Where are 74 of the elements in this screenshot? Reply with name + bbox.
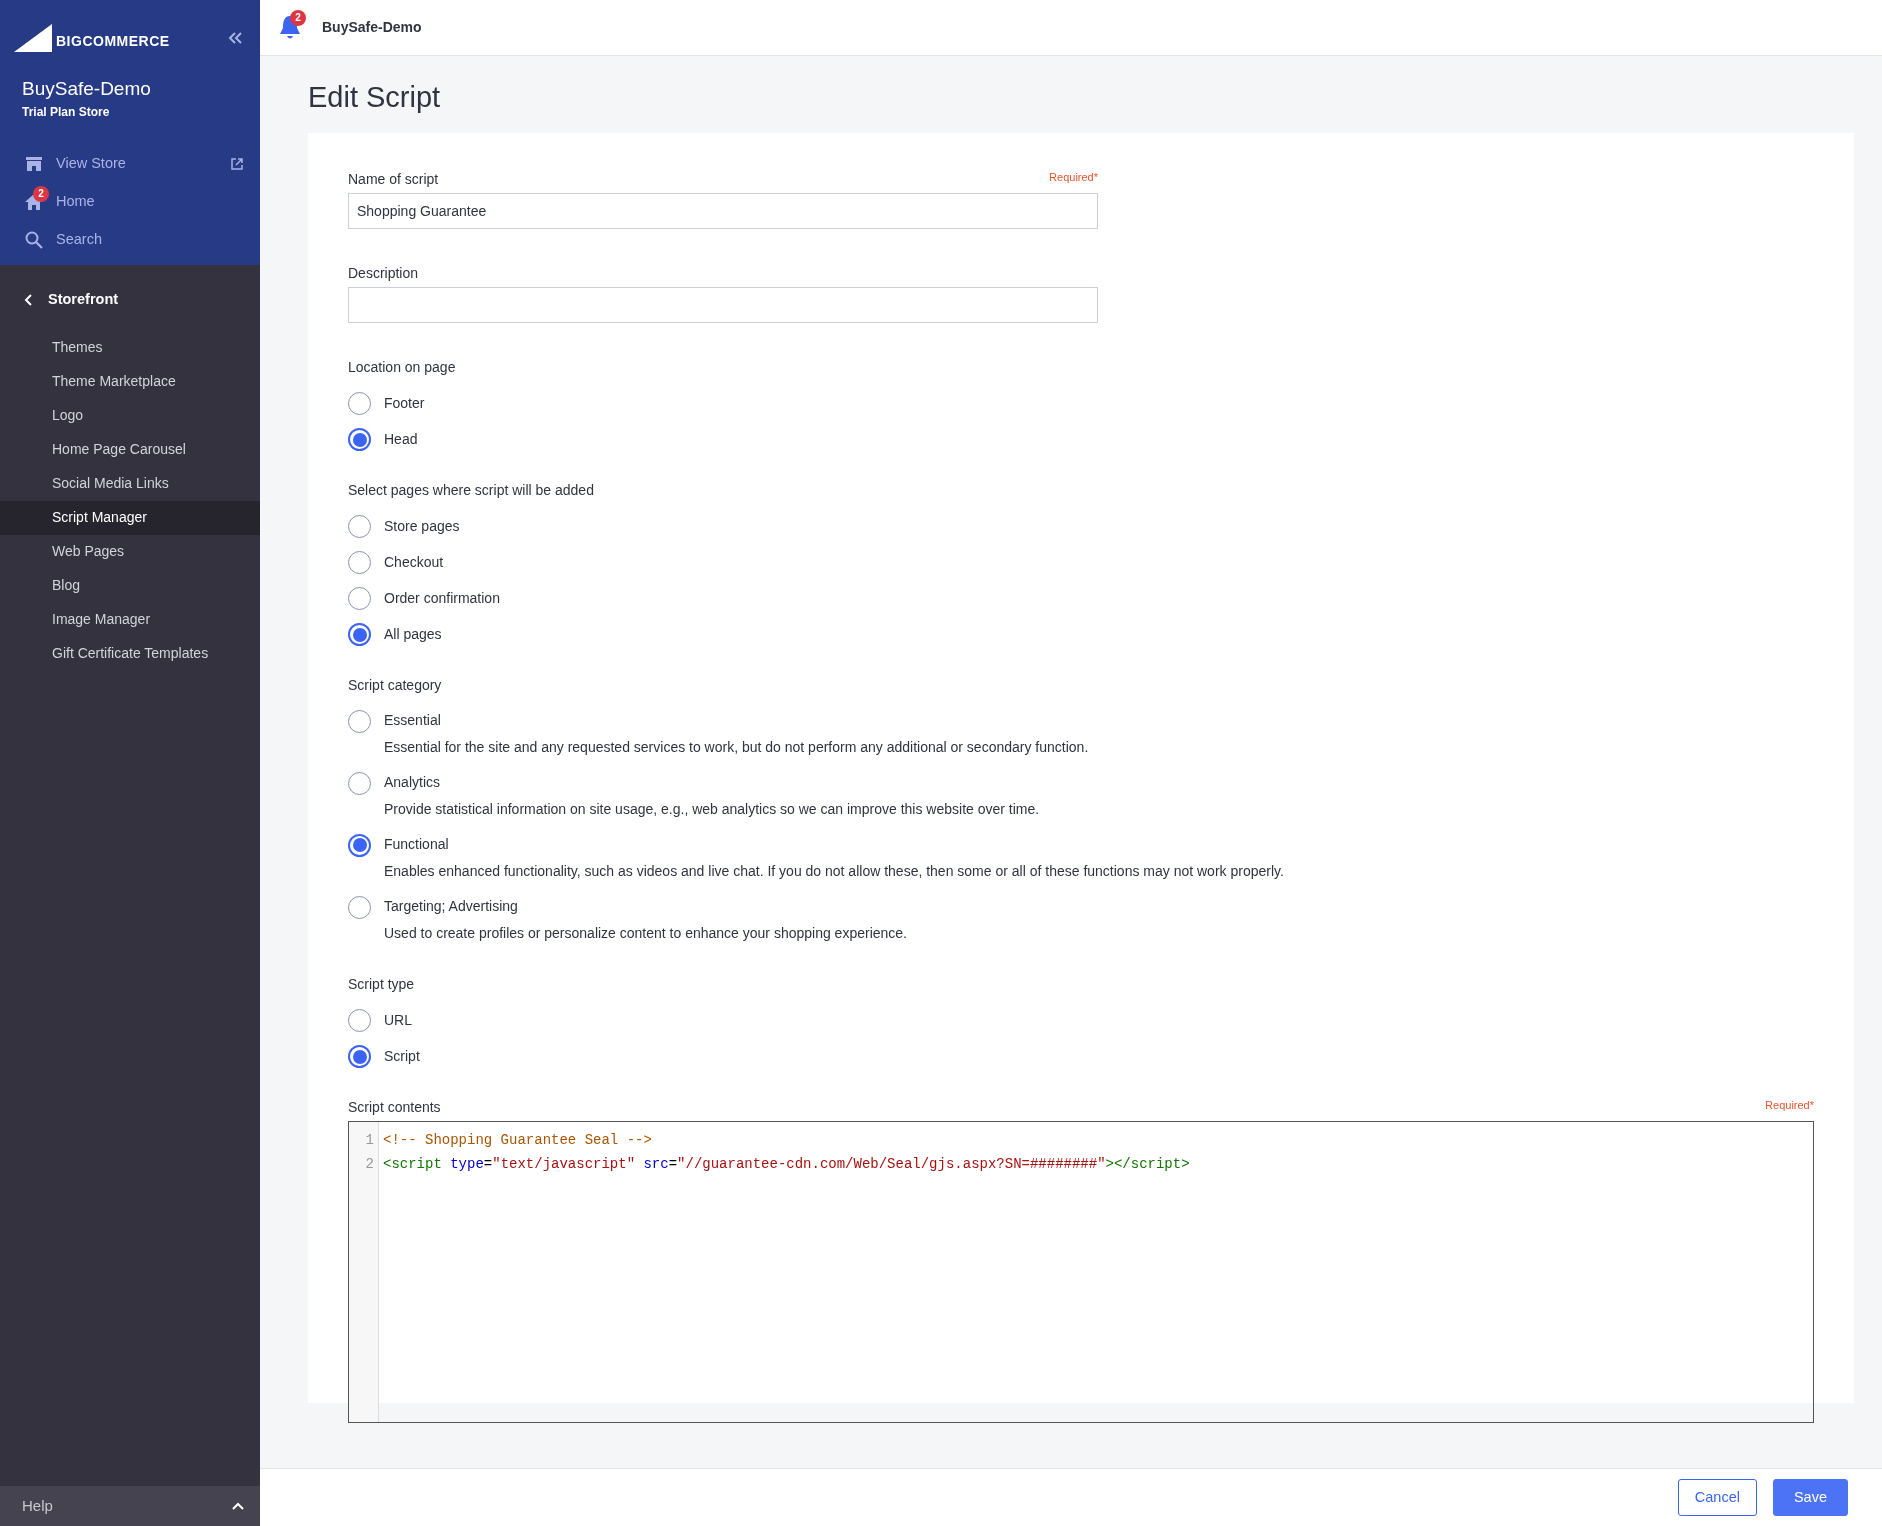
nav-link[interactable]: Home	[56, 190, 244, 213]
section-title[interactable]: Storefront	[48, 288, 119, 311]
help-bar[interactable]: Help	[0, 1486, 260, 1526]
option-label: Functional	[384, 834, 450, 854]
field-label: Script contents	[348, 1097, 441, 1117]
plan-label: Trial Plan Store	[21, 103, 111, 121]
line-number: 1	[364, 1130, 375, 1150]
group-label: Script type	[348, 974, 416, 994]
cancel-button[interactable]: Cancel	[1677, 1479, 1757, 1516]
radio-button[interactable]	[348, 428, 371, 452]
required-label: Required*	[1765, 1097, 1814, 1113]
line-number: 2	[364, 1154, 375, 1174]
logo-triangle-icon	[14, 24, 52, 52]
radio-button[interactable]	[348, 771, 371, 795]
radio-button[interactable]	[348, 833, 371, 857]
chevron-up-icon	[232, 1502, 244, 1510]
code-line: <!-- Shopping Guarantee Seal -->	[383, 1130, 653, 1150]
code-line: <script type="text/javascript" src="//guarantee-cdn.com/Web/Seal/gjs.aspx?SN=########"></script>	[383, 1154, 1191, 1174]
sidebar-item[interactable]: Social Media Links	[0, 466, 260, 501]
sidebar-item[interactable]: Logo	[0, 398, 260, 433]
sidebar-item[interactable]: Web Pages	[0, 534, 260, 569]
option-description: Provide statistical information on site usage, e.g., web analytics so we can improve this website over time.	[384, 799, 1040, 819]
help-label: Help	[22, 1495, 53, 1516]
nav-link[interactable]: View Store	[56, 152, 230, 175]
page-title: Edit Script	[308, 80, 442, 115]
notification-count: 2	[33, 185, 49, 202]
radio-button[interactable]	[348, 895, 371, 919]
nav-link[interactable]: Search	[56, 228, 244, 251]
sidebar-item[interactable]: Script Manager	[0, 500, 260, 535]
group-label: Script category	[348, 675, 443, 695]
sidebar-item[interactable]: Image Manager	[0, 602, 260, 637]
logo-text: BIGCOMMERCE	[56, 32, 170, 51]
radio-button[interactable]	[348, 1009, 371, 1033]
collapse-icon	[228, 32, 242, 44]
option-label: Checkout	[384, 553, 444, 573]
required-label: Required*	[1049, 169, 1098, 185]
option-label: Store pages	[384, 517, 460, 537]
radio-button[interactable]	[348, 1045, 371, 1069]
option-label: Analytics	[384, 772, 442, 792]
save-button[interactable]: Save	[1772, 1479, 1848, 1516]
input-field[interactable]	[348, 286, 1098, 323]
option-label: URL	[384, 1011, 412, 1031]
sidebar-item[interactable]: Gift Certificate Templates	[0, 636, 260, 671]
store-name: BuySafe-Demo	[21, 77, 152, 101]
store-name: BuySafe-Demo	[322, 18, 422, 37]
field-label: Name of script	[348, 169, 439, 189]
sidebar-item[interactable]: Themes	[0, 330, 260, 365]
option-label: Order confirmation	[384, 589, 500, 609]
search-icon	[24, 229, 44, 250]
option-label: Footer	[384, 394, 425, 414]
radio-button[interactable]	[348, 587, 371, 611]
sidebar-item[interactable]: Home Page Carousel	[0, 432, 260, 467]
back-icon	[24, 293, 32, 306]
option-label: Script	[384, 1047, 420, 1067]
option-description: Essential for the site and any requested services to work, but do not perform any additional or secondary function.	[384, 737, 1089, 757]
radio-button[interactable]	[348, 392, 371, 416]
input-field[interactable]: Shopping Guarantee	[348, 192, 1098, 229]
radio-button[interactable]	[348, 515, 371, 539]
radio-button[interactable]	[348, 709, 371, 733]
notification-count: 2	[290, 9, 306, 26]
radio-button[interactable]	[348, 623, 371, 647]
field-label: Description	[348, 263, 419, 283]
option-description: Used to create profiles or personalize content to enhance your shopping experience.	[384, 923, 907, 943]
group-label: Select pages where script will be added	[348, 480, 595, 500]
option-label: Essential	[384, 710, 442, 730]
option-description: Enables enhanced functionality, such as videos and live chat. If you do not allow these, then some or all of these functions may not work properly.	[384, 861, 1284, 881]
sidebar-item[interactable]: Theme Marketplace	[0, 364, 260, 399]
code-editor[interactable]: 1 2 <!-- Shopping Guarantee Seal --> <script type="text/javascript" src="//guarantee-cdn.com/Web/Seal/gjs.aspx?SN=########"></script>	[348, 1120, 1814, 1423]
group-label: Location on page	[348, 357, 457, 377]
option-label: Head	[384, 430, 418, 450]
radio-button[interactable]	[348, 551, 371, 575]
option-label: Targeting; Advertising	[384, 896, 519, 916]
sidebar-item[interactable]: Blog	[0, 568, 260, 603]
option-label: All pages	[384, 625, 442, 645]
